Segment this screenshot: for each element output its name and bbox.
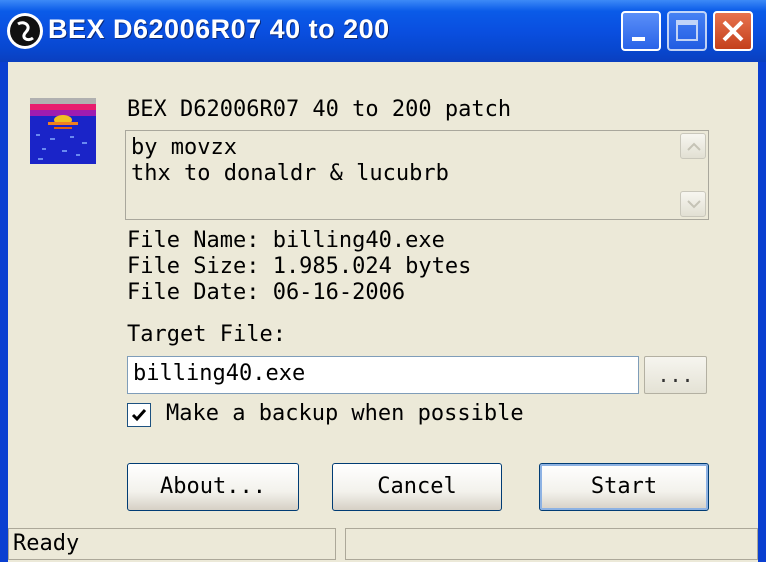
- backup-checkbox-label[interactable]: Make a backup when possible: [166, 401, 524, 426]
- scroll-down-button[interactable]: [680, 191, 706, 217]
- chevron-up-icon: [687, 142, 701, 151]
- sunset-logo-image: [30, 98, 96, 164]
- cancel-button[interactable]: Cancel: [332, 463, 502, 511]
- status-bar: Ready: [8, 526, 758, 562]
- memo-scrollbar[interactable]: [678, 131, 708, 219]
- backup-checkbox[interactable]: [127, 403, 151, 427]
- status-pane-secondary: [345, 528, 758, 560]
- scroll-up-button[interactable]: [680, 133, 706, 159]
- browse-button[interactable]: ...: [644, 356, 707, 394]
- credits-memo[interactable]: by movzx thx to donaldr & lucubrb: [125, 130, 709, 220]
- checkmark-icon: [131, 409, 147, 422]
- minimize-button[interactable]: [621, 11, 661, 51]
- minimize-icon: [632, 37, 645, 41]
- window-title: BEX D62006R07 40 to 200: [48, 14, 390, 44]
- status-pane: Ready: [8, 528, 336, 560]
- title-bar[interactable]: BEX D62006R07 40 to 200: [0, 0, 766, 62]
- target-file-label: Target File:: [127, 322, 286, 347]
- close-button[interactable]: [713, 11, 753, 51]
- close-icon: [722, 20, 744, 42]
- patch-window: BEX D62006R07 40 to 200 BEX D62006R07 40…: [0, 0, 766, 562]
- start-button[interactable]: Start: [539, 463, 709, 511]
- file-name-info: File Name: billing40.exe: [127, 228, 445, 253]
- app-icon: [7, 13, 43, 49]
- target-file-input[interactable]: billing40.exe: [127, 356, 639, 394]
- maximize-icon: [676, 20, 698, 41]
- file-size-info: File Size: 1.985.024 bytes: [127, 254, 472, 279]
- patch-title: BEX D62006R07 40 to 200 patch: [127, 97, 512, 122]
- dialog-body: BEX D62006R07 40 to 200 patch by movzx t…: [8, 62, 758, 562]
- chevron-down-icon: [687, 200, 701, 209]
- file-date-info: File Date: 06-16-2006: [127, 280, 406, 305]
- status-text: Ready: [13, 531, 80, 556]
- about-button[interactable]: About...: [127, 463, 299, 511]
- memo-line: thx to donaldr & lucubrb: [131, 161, 449, 186]
- memo-line: by movzx: [131, 135, 237, 160]
- maximize-button[interactable]: [667, 11, 707, 51]
